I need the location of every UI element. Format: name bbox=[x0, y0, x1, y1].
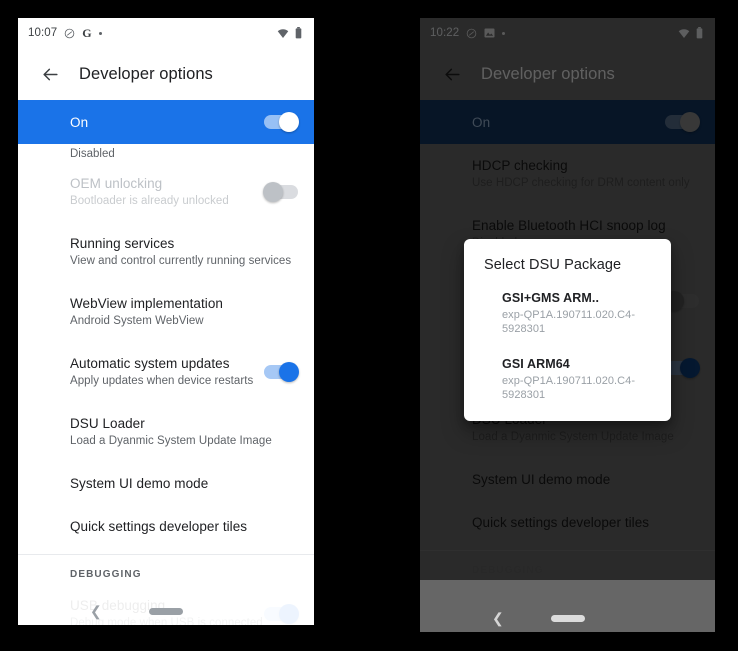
list-item-sub: Apply updates when device restarts bbox=[70, 375, 254, 387]
dialog-option-desc: exp-QP1A.190711.020.C4-5928301 bbox=[502, 375, 636, 401]
master-switch-toggle[interactable] bbox=[264, 112, 299, 132]
left-status-bar: 10:07 G bbox=[18, 18, 314, 48]
list-item-title: OEM unlocking bbox=[70, 176, 163, 191]
dialog-option-gsi-gms-arm[interactable]: GSI+GMS ARM.. exp-QP1A.190711.020.C4-592… bbox=[464, 287, 671, 339]
list-item-title: Automatic system updates bbox=[70, 356, 230, 371]
master-switch-label: On bbox=[472, 114, 491, 130]
list-item-text: DSU Loader Load a Dyanmic System Update … bbox=[70, 415, 298, 449]
list-item-text: Running services View and control curren… bbox=[70, 235, 298, 269]
left-app-bar: Developer options bbox=[18, 48, 314, 100]
list-item-title: WebView implementation bbox=[70, 296, 223, 311]
right-screen: 10:22 Developer options On HDCP checking… bbox=[420, 18, 715, 632]
dialog-option-list: GSI+GMS ARM.. exp-QP1A.190711.020.C4-592… bbox=[464, 287, 671, 405]
list-item-oem-unlocking[interactable]: OEM unlocking Bootloader is already unlo… bbox=[18, 162, 314, 222]
list-item-webview-implementation[interactable]: WebView implementation Android System We… bbox=[18, 282, 314, 342]
phone-left: 10:07 G Developer options On Disabled OE… bbox=[18, 18, 314, 625]
right-app-bar: Developer options bbox=[420, 48, 715, 100]
nav-back-icon[interactable]: ❮ bbox=[492, 611, 504, 625]
list-item-quick-settings-developer-tiles[interactable]: Quick settings developer tiles bbox=[18, 505, 314, 548]
list-item-text: Automatic system updates Apply updates w… bbox=[70, 355, 264, 389]
list-item-dsu-loader[interactable]: DSU Loader Load a Dyanmic System Update … bbox=[18, 402, 314, 462]
list-item-sub: Android System WebView bbox=[70, 315, 204, 327]
list-item-text: WebView implementation Android System We… bbox=[70, 295, 298, 329]
right-status-right bbox=[678, 27, 703, 39]
master-switch-toggle[interactable] bbox=[665, 112, 700, 132]
list-item-title: Quick settings developer tiles bbox=[70, 519, 248, 534]
developer-options-master-switch-row[interactable]: On bbox=[420, 100, 715, 144]
list-item-sub: View and control currently running servi… bbox=[70, 255, 292, 267]
list-item-title: System UI demo mode bbox=[70, 476, 209, 491]
wifi-icon bbox=[277, 28, 289, 39]
wifi-icon bbox=[678, 28, 690, 39]
list-item-title: System UI demo mode bbox=[472, 472, 611, 487]
left-status-left: 10:07 G bbox=[28, 27, 102, 39]
list-item-text: Quick settings developer tiles bbox=[70, 518, 298, 535]
back-arrow-icon[interactable] bbox=[32, 56, 68, 92]
left-status-right bbox=[277, 27, 302, 39]
phone-right: 10:22 Developer options On HDCP checking… bbox=[420, 18, 715, 632]
list-item-title: Enable Bluetooth HCI snoop log bbox=[472, 218, 666, 233]
list-item-text: Quick settings developer tiles bbox=[472, 514, 699, 531]
list-item-text: System UI demo mode bbox=[70, 475, 298, 492]
do-not-disturb-icon bbox=[64, 28, 75, 39]
page-title: Developer options bbox=[481, 64, 615, 83]
dialog-option-name: GSI+GMS ARM.. bbox=[502, 291, 600, 305]
list-item-title: DSU Loader bbox=[70, 416, 145, 431]
status-time: 10:22 bbox=[430, 27, 460, 39]
list-item-automatic-system-updates[interactable]: Automatic system updates Apply updates w… bbox=[18, 342, 314, 402]
automatic-system-updates-toggle[interactable] bbox=[264, 362, 299, 382]
right-status-bar: 10:22 bbox=[420, 18, 715, 48]
page-title: Developer options bbox=[79, 64, 213, 83]
screenshot-icon bbox=[484, 28, 495, 38]
nav-back-icon[interactable]: ❮ bbox=[90, 604, 102, 618]
battery-icon bbox=[295, 27, 302, 39]
list-item-system-ui-demo-mode[interactable]: System UI demo mode bbox=[18, 462, 314, 505]
section-header-debugging: DEBUGGING bbox=[70, 569, 142, 580]
more-dot-icon bbox=[98, 31, 102, 35]
list-item-title: Quick settings developer tiles bbox=[472, 515, 650, 530]
list-item-running-services[interactable]: Running services View and control curren… bbox=[18, 222, 314, 282]
dialog-title: Select DSU Package bbox=[484, 257, 622, 273]
list-item-quick-settings-developer-tiles[interactable]: Quick settings developer tiles bbox=[420, 501, 715, 544]
list-item-system-ui-demo-mode[interactable]: System UI demo mode bbox=[420, 458, 715, 501]
select-dsu-package-dialog: Select DSU Package GSI+GMS ARM.. exp-QP1… bbox=[464, 239, 671, 421]
left-screen: 10:07 G Developer options On Disabled OE… bbox=[18, 18, 314, 625]
list-item-sub: Use HDCP checking for DRM content only bbox=[472, 177, 690, 189]
left-settings-list: Disabled OEM unlocking Bootloader is alr… bbox=[18, 144, 314, 625]
battery-icon bbox=[696, 27, 703, 39]
screenshot-stage: 10:07 G Developer options On Disabled OE… bbox=[0, 0, 738, 651]
master-switch-label: On bbox=[70, 114, 89, 130]
nav-home-pill[interactable] bbox=[149, 607, 183, 615]
orphan-subtitle: Disabled bbox=[70, 148, 115, 160]
more-dot-icon bbox=[502, 31, 506, 35]
left-nav-bar: ❮ bbox=[18, 597, 314, 625]
dialog-option-desc: exp-QP1A.190711.020.C4-5928301 bbox=[502, 309, 636, 335]
back-arrow-icon[interactable] bbox=[434, 56, 470, 92]
list-item-title: Running services bbox=[70, 236, 175, 251]
section-header-debugging: DEBUGGING bbox=[472, 565, 544, 576]
dialog-option-gsi-arm64[interactable]: GSI ARM64 exp-QP1A.190711.020.C4-5928301 bbox=[464, 353, 671, 405]
nav-home-pill[interactable] bbox=[550, 614, 585, 622]
right-nav-bar: ❮ bbox=[420, 604, 715, 632]
right-status-left: 10:22 bbox=[430, 27, 506, 39]
oem-unlocking-toggle[interactable] bbox=[263, 182, 298, 202]
list-item-sub: Load a Dyanmic System Update Image bbox=[472, 431, 674, 443]
list-item-title: HDCP checking bbox=[472, 158, 568, 173]
do-not-disturb-icon bbox=[466, 28, 477, 39]
list-item-hdcp-checking[interactable]: HDCP checking Use HDCP checking for DRM … bbox=[420, 144, 715, 204]
list-item-text: System UI demo mode bbox=[472, 471, 699, 488]
list-item-text: HDCP checking Use HDCP checking for DRM … bbox=[472, 157, 699, 191]
list-item-sub: Load a Dyanmic System Update Image bbox=[70, 435, 272, 447]
list-item-text: OEM unlocking Bootloader is already unlo… bbox=[70, 175, 264, 209]
list-item-sub: Bootloader is already unlocked bbox=[70, 195, 229, 207]
dialog-option-name: GSI ARM64 bbox=[502, 357, 570, 371]
developer-options-master-switch-row[interactable]: On bbox=[18, 100, 314, 144]
status-time: 10:07 bbox=[28, 27, 58, 39]
